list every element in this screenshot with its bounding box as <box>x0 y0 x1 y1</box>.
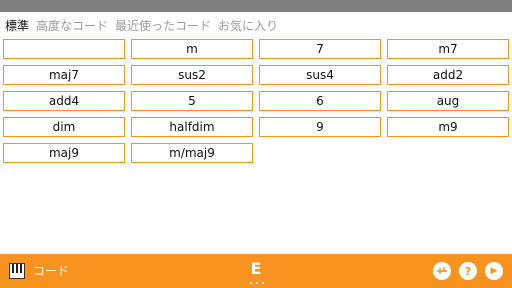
chord-button[interactable]: dim <box>3 117 125 137</box>
chord-button[interactable]: m7 <box>387 39 509 59</box>
key-selector[interactable]: E <box>246 259 266 278</box>
chord-button[interactable]: maj9 <box>3 143 125 163</box>
tab-standard[interactable]: 標準 <box>5 17 29 34</box>
chord-grid: m 7 m7 maj7 sus2 sus4 add2 add4 5 6 aug … <box>3 39 509 163</box>
chord-button[interactable]: m/maj9 <box>131 143 253 163</box>
settings-slider-icon[interactable] <box>433 262 451 280</box>
chord-button[interactable]: add2 <box>387 65 509 85</box>
chord-button[interactable] <box>3 39 125 59</box>
status-bar <box>0 0 512 12</box>
category-tabs: 標準 高度なコード 最近使ったコード お気に入り <box>5 16 278 34</box>
chord-button[interactable]: maj7 <box>3 65 125 85</box>
play-icon[interactable]: ▶ <box>485 262 503 280</box>
mode-label: コード <box>33 264 70 278</box>
tab-advanced-chords[interactable]: 高度なコード <box>36 17 108 34</box>
chord-button[interactable]: m <box>131 39 253 59</box>
chord-button[interactable]: 7 <box>259 39 381 59</box>
chord-button[interactable]: 9 <box>259 117 381 137</box>
help-icon[interactable]: ? <box>459 262 477 280</box>
piano-icon[interactable] <box>9 263 25 279</box>
chord-button[interactable]: 6 <box>259 91 381 111</box>
chord-button[interactable]: m9 <box>387 117 509 137</box>
chord-button[interactable]: 5 <box>131 91 253 111</box>
bottom-bar: コード E ? ▶ <box>0 254 512 288</box>
chord-button[interactable]: add4 <box>3 91 125 111</box>
chord-button[interactable]: aug <box>387 91 509 111</box>
chord-button[interactable]: halfdim <box>131 117 253 137</box>
chord-button[interactable]: sus2 <box>131 65 253 85</box>
chord-button[interactable]: sus4 <box>259 65 381 85</box>
tab-favorites[interactable]: お気に入り <box>218 17 278 34</box>
tab-recent-chords[interactable]: 最近使ったコード <box>115 17 211 34</box>
page-indicator <box>250 282 264 284</box>
